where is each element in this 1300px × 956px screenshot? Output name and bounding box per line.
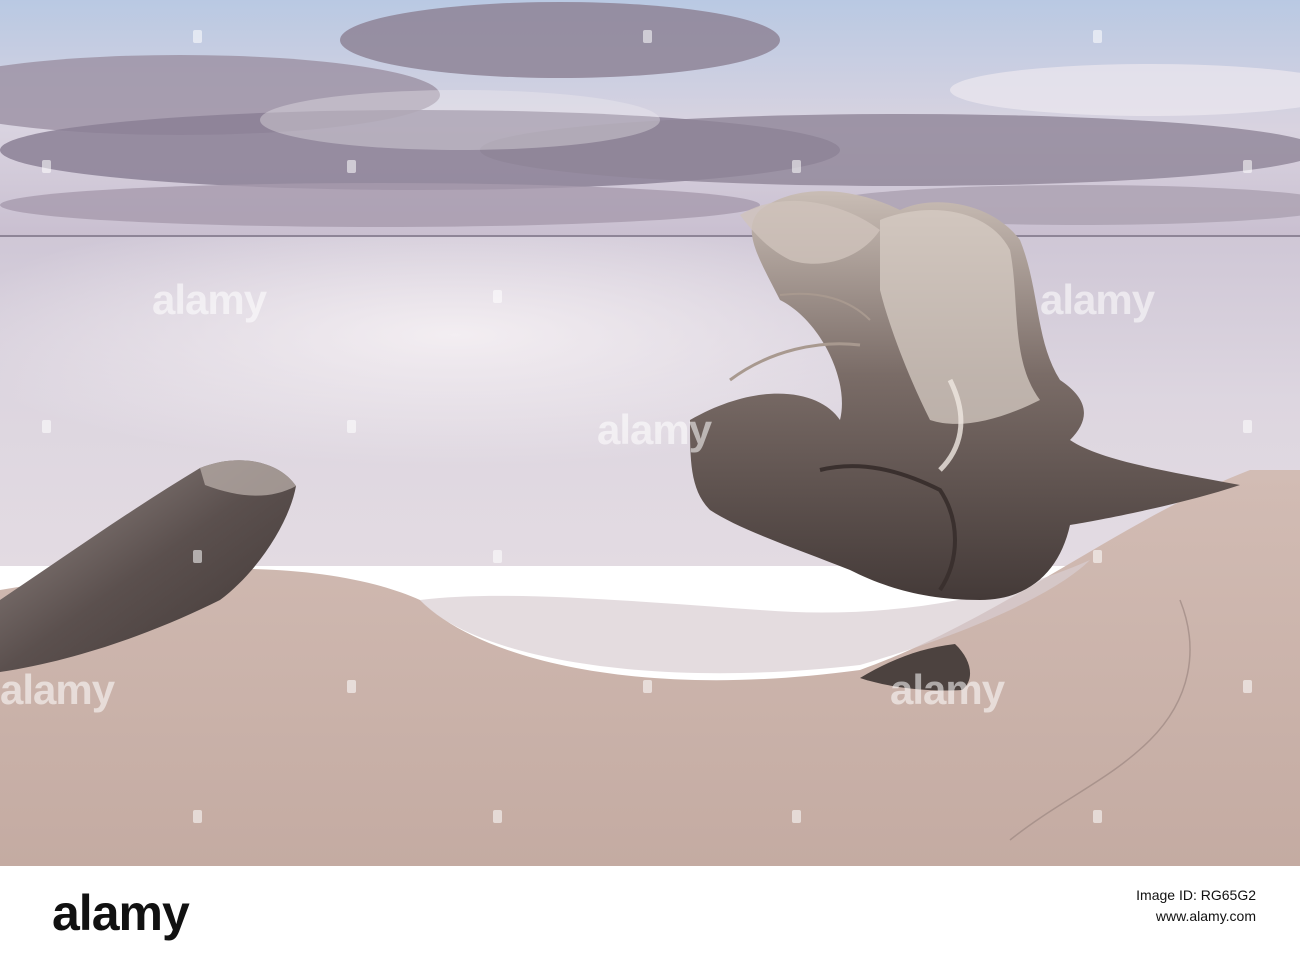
watermark-dot <box>1243 160 1252 173</box>
watermark-dot <box>1243 420 1252 433</box>
image-id-value: RG65G2 <box>1200 887 1256 903</box>
watermark-text: alamy <box>152 276 267 323</box>
watermark-dot <box>347 160 356 173</box>
watermark-dot <box>1093 550 1102 563</box>
footer-url[interactable]: www.alamy.com <box>1136 906 1256 926</box>
watermark-dot <box>193 810 202 823</box>
watermark-dot <box>493 810 502 823</box>
beach-photo: alamy alamy alamy alamy alamy <box>0 0 1300 866</box>
watermark-dot <box>347 420 356 433</box>
watermark-text: alamy <box>890 666 1005 713</box>
watermark-dot <box>493 290 502 303</box>
watermark-text: alamy <box>0 666 115 713</box>
watermark-dot <box>493 550 502 563</box>
image-id-label: Image ID: <box>1136 887 1201 903</box>
image-id-line: Image ID: RG65G2 <box>1136 886 1256 904</box>
footer-meta: Image ID: RG65G2 www.alamy.com <box>1136 886 1256 926</box>
watermark-dot <box>193 550 202 563</box>
watermark-dot <box>42 420 51 433</box>
watermark-dot <box>1093 30 1102 43</box>
footer-logo: alamy <box>52 885 190 941</box>
watermark-text: alamy <box>1040 276 1155 323</box>
watermark-dot <box>792 810 801 823</box>
watermark-dot <box>193 30 202 43</box>
watermark-dot <box>643 680 652 693</box>
watermark-dot <box>643 30 652 43</box>
watermark-text: alamy <box>597 406 712 453</box>
watermark-dot <box>1243 680 1252 693</box>
watermark-dot <box>42 160 51 173</box>
watermark-dot <box>347 680 356 693</box>
watermark-dot <box>1093 810 1102 823</box>
watermark-dot <box>792 160 801 173</box>
footer-bar: alamy Image ID: RG65G2 www.alamy.com <box>0 866 1300 956</box>
